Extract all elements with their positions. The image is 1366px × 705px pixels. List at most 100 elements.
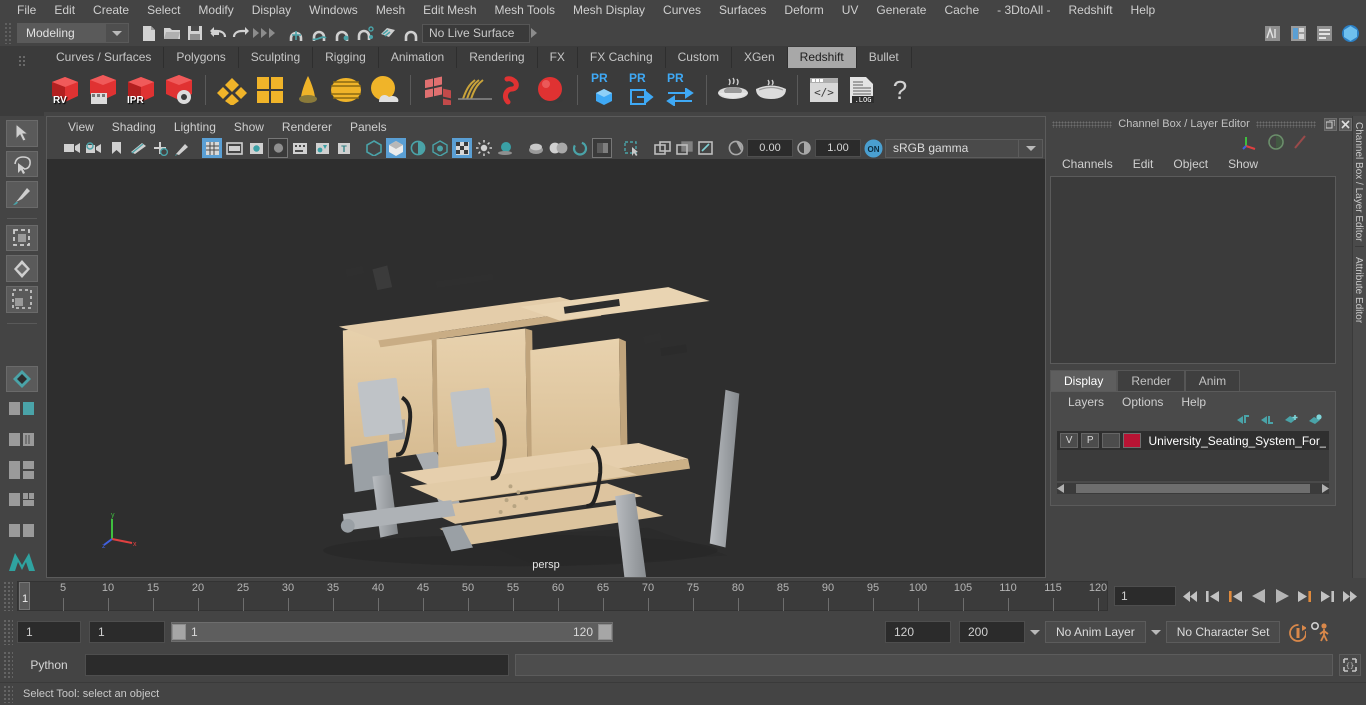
range-end-time-field[interactable]: 120: [885, 621, 951, 643]
redshift-dome-light-button[interactable]: [327, 71, 365, 109]
menu-help[interactable]: Help: [1122, 0, 1165, 20]
vertical-tab-channel-box[interactable]: Channel Box / Layer Editor: [1353, 116, 1364, 242]
layer-menu-help[interactable]: Help: [1172, 395, 1215, 409]
undo-icon[interactable]: [206, 22, 229, 44]
viewport-menu-panels[interactable]: Panels: [341, 117, 396, 137]
scroll-left-arrow-icon[interactable]: [1057, 482, 1066, 496]
viewport-menu-shading[interactable]: Shading: [103, 117, 165, 137]
shelf-tab-fx[interactable]: FX: [537, 47, 578, 68]
viewport-menu-lighting[interactable]: Lighting: [165, 117, 225, 137]
use-all-lights-icon[interactable]: [312, 138, 332, 158]
redshift-pr-export-button[interactable]: PR: [623, 71, 661, 109]
character-set-value[interactable]: No Character Set: [1165, 621, 1281, 643]
bookmark-icon[interactable]: [106, 138, 126, 158]
resolution-gate-icon[interactable]: [696, 138, 716, 158]
motion-blur-icon[interactable]: [526, 138, 546, 158]
last-tool-used-button[interactable]: [6, 365, 38, 393]
undock-panel-icon[interactable]: [1324, 117, 1337, 131]
redshift-pr-transfer-button[interactable]: PR: [661, 71, 699, 109]
layer-menu-options[interactable]: Options: [1113, 395, 1172, 409]
step-forward-key-icon[interactable]: [1296, 586, 1314, 606]
hypershade-icon[interactable]: [1292, 134, 1308, 153]
four-panes-layout-button[interactable]: [6, 487, 38, 513]
collapse-arrow-3[interactable]: [268, 23, 276, 43]
show-manipulator-icon[interactable]: [1261, 22, 1284, 44]
snap-to-point-icon[interactable]: [330, 22, 353, 44]
channel-menu-edit[interactable]: Edit: [1123, 157, 1164, 171]
command-language-label[interactable]: Python: [13, 658, 85, 672]
menu-select[interactable]: Select: [138, 0, 189, 20]
shelf-tab-redshift[interactable]: Redshift: [787, 47, 857, 68]
time-slider-track[interactable]: 1 5 10 15 20 25 30 35 40 45 50 55 60 65 70 75 80 85 90 95 1…: [17, 581, 1108, 611]
new-layer-from-selection-icon[interactable]: [1308, 414, 1323, 428]
redshift-render-sequence-button[interactable]: [84, 71, 122, 109]
depth-of-field-icon[interactable]: [548, 138, 568, 158]
redshift-render-settings-button[interactable]: [160, 71, 198, 109]
chevron-down-icon[interactable]: [1146, 621, 1166, 643]
redshift-volume-button[interactable]: [494, 71, 532, 109]
layer-list[interactable]: V P University_Seating_System_For_Three: [1057, 431, 1329, 481]
menu-cache[interactable]: Cache: [935, 0, 988, 20]
select-tool-button[interactable]: [6, 120, 38, 147]
step-back-frame-icon[interactable]: [1204, 586, 1222, 606]
new-scene-icon[interactable]: [137, 22, 160, 44]
step-back-key-icon[interactable]: [1227, 586, 1245, 606]
tool-settings-icon[interactable]: [1313, 22, 1336, 44]
range-bar[interactable]: 1 120: [171, 622, 613, 642]
menu-mesh-display[interactable]: Mesh Display: [564, 0, 654, 20]
xray-mode-icon[interactable]: [364, 138, 384, 158]
menu-edit[interactable]: Edit: [45, 0, 84, 20]
show-texture-t-icon[interactable]: T: [334, 138, 354, 158]
snap-to-view-plane-icon[interactable]: [376, 22, 399, 44]
color-management-toggle[interactable]: ON: [862, 138, 884, 158]
xray-active-components-icon[interactable]: [408, 138, 428, 158]
menu-uv[interactable]: UV: [833, 0, 868, 20]
shelf-tab-fx-caching[interactable]: FX Caching: [577, 47, 666, 68]
textured-icon[interactable]: [290, 138, 310, 158]
collapse-arrow-4[interactable]: [530, 23, 538, 43]
smooth-shade-selected-icon[interactable]: [246, 138, 266, 158]
shelf-tab-custom[interactable]: Custom: [665, 47, 732, 68]
redshift-proxy-button[interactable]: [418, 71, 456, 109]
menu-redshift[interactable]: Redshift: [1060, 0, 1122, 20]
redo-icon[interactable]: [229, 22, 252, 44]
redshift-portal-light-button[interactable]: [251, 71, 289, 109]
redshift-bake-steam-button[interactable]: [714, 71, 752, 109]
channel-box-icon[interactable]: [1339, 22, 1362, 44]
move-tool-button[interactable]: [6, 224, 38, 252]
texture-checker-icon[interactable]: [452, 138, 472, 158]
smooth-shade-all-icon[interactable]: [224, 138, 244, 158]
image-plane-icon[interactable]: [128, 138, 148, 158]
select-camera-icon[interactable]: [62, 138, 82, 158]
close-panel-icon[interactable]: [1339, 117, 1352, 131]
shelf-tab-animation[interactable]: Animation: [378, 47, 458, 68]
script-editor-icon[interactable]: {}: [1339, 654, 1361, 676]
anim-layer-combo[interactable]: No Anim Layer: [1025, 621, 1146, 643]
go-to-start-icon[interactable]: [1181, 586, 1199, 606]
panel-grip-left[interactable]: [1052, 120, 1113, 128]
panel-grip-right[interactable]: [1255, 120, 1316, 128]
layer-tab-render[interactable]: Render: [1117, 370, 1185, 391]
current-time-indicator[interactable]: 1: [19, 582, 30, 610]
single-view-layout-button[interactable]: [6, 396, 38, 422]
range-start-time-field[interactable]: 1: [89, 621, 165, 643]
move-axis-gizmo-icon[interactable]: [1242, 134, 1260, 153]
chevron-down-icon[interactable]: [1019, 138, 1043, 158]
current-frame-field[interactable]: 1: [1114, 586, 1176, 606]
menu-generate[interactable]: Generate: [867, 0, 935, 20]
redshift-sphere-button[interactable]: [532, 71, 570, 109]
shelf-tab-bullet[interactable]: Bullet: [856, 47, 912, 68]
auto-keyframe-icon[interactable]: [1288, 622, 1307, 642]
redshift-render-view-button[interactable]: RV: [46, 71, 84, 109]
layer-tab-anim[interactable]: Anim: [1184, 370, 1241, 391]
attribute-editor-icon[interactable]: [1287, 22, 1310, 44]
play-forwards-icon[interactable]: [1273, 586, 1291, 606]
viewport-menu-view[interactable]: View: [59, 117, 103, 137]
shelf-tab-polygons[interactable]: Polygons: [164, 47, 239, 68]
exposure-icon[interactable]: [726, 138, 746, 158]
lighting-toggle-icon[interactable]: [474, 138, 494, 158]
shelf-tab-rendering[interactable]: Rendering: [457, 47, 538, 68]
menu-surfaces[interactable]: Surfaces: [710, 0, 775, 20]
time-slider-grip[interactable]: [3, 581, 13, 611]
viewport-menu-show[interactable]: Show: [225, 117, 273, 137]
